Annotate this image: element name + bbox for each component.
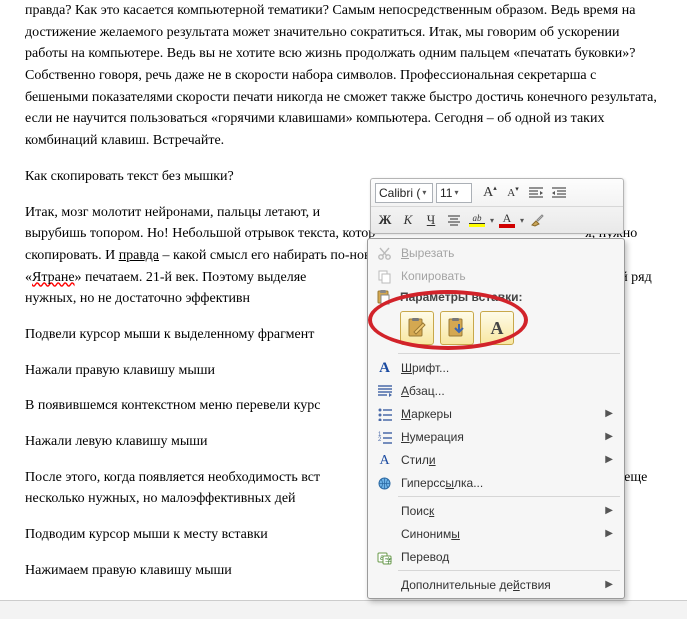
decrease-indent-button[interactable] [526,183,546,203]
bold-button[interactable]: Ж [375,210,395,230]
ctx-cut[interactable]: Вырезать [370,241,622,264]
submenu-arrow-icon: ▶ [605,454,613,465]
paste-merge-button[interactable] [440,311,474,345]
ctx-copy[interactable]: Копировать [370,264,622,287]
ctx-styles[interactable]: A Стили ▶ [370,448,622,471]
mini-toolbar: Calibri (▾ 11▾ A▴ A▾ Ж К Ч ab ▾ A ▾ [370,178,624,234]
paragraph[interactable]: правда? Как это касается компьютерной те… [25,0,662,152]
chevron-down-icon: ▾ [422,188,426,197]
synonyms-icon [376,526,393,543]
clipboard-brush-icon [406,317,428,339]
format-painter-button[interactable] [527,210,547,230]
italic-button[interactable]: К [398,210,418,230]
ctx-font[interactable]: A Шрифт... [370,356,622,379]
bottom-margin [0,601,687,619]
ctx-hyperlink[interactable]: Гиперссылка... [370,471,622,494]
scissors-icon [376,245,393,262]
shrink-font-button[interactable]: A▾ [503,183,523,203]
clipboard-arrow-icon [446,317,468,339]
font-color-button[interactable]: A [497,210,517,230]
svg-text:2: 2 [378,437,382,443]
indent-left-icon [529,187,543,199]
paste-keep-source-button[interactable] [400,311,434,345]
highlight-button[interactable]: ab [467,210,487,230]
svg-text:字: 字 [385,556,392,565]
chevron-down-icon: ▾ [454,188,458,197]
ctx-paste-header: Параметры вставки: [370,287,622,307]
bullets-icon [376,406,393,423]
numbering-icon: 12 [376,429,393,446]
align-center-icon [448,215,460,226]
font-select[interactable]: Calibri (▾ [375,183,433,203]
underline-button[interactable]: Ч [421,210,441,230]
font-icon: A [376,360,393,377]
additional-icon [376,577,393,594]
ctx-synonyms[interactable]: Синонимы ▶ [370,522,622,545]
ctx-search[interactable]: Поиск ▶ [370,499,622,522]
submenu-arrow-icon: ▶ [605,431,613,442]
indent-right-icon [552,187,566,199]
spellcheck-squiggle: Ятране [32,270,75,285]
chevron-down-icon[interactable]: ▾ [520,216,524,225]
ctx-numbering[interactable]: 12 Нумерация ▶ [370,425,622,448]
paste-text-only-button[interactable]: A [480,311,514,345]
styles-icon: A [376,452,393,469]
paste-options-row: A [370,307,622,351]
grow-font-button[interactable]: A▴ [480,183,500,203]
translate-icon: a字 [376,549,393,566]
submenu-arrow-icon: ▶ [605,528,613,539]
align-center-button[interactable] [444,210,464,230]
brush-icon [530,213,544,227]
ctx-translate[interactable]: a字 Перевод [370,545,622,568]
increase-indent-button[interactable] [549,183,569,203]
clipboard-icon [375,289,392,306]
submenu-arrow-icon: ▶ [605,579,613,590]
paragraph-icon [376,383,393,400]
submenu-arrow-icon: ▶ [605,505,613,516]
ctx-additional-actions[interactable]: Дополнительные действия ▶ [370,573,622,596]
submenu-arrow-icon: ▶ [605,408,613,419]
highlight-color-swatch [469,223,485,227]
ctx-bullets[interactable]: Маркеры ▶ [370,402,622,425]
font-size-select[interactable]: 11▾ [436,183,472,203]
font-color-swatch [499,224,515,228]
search-icon [376,503,393,520]
context-menu: Вырезать Копировать Параметры вставки: A… [367,238,625,599]
ctx-paragraph[interactable]: Абзац... [370,379,622,402]
copy-icon [376,268,393,285]
chevron-down-icon[interactable]: ▾ [490,216,494,225]
hyperlink-icon [376,475,393,492]
